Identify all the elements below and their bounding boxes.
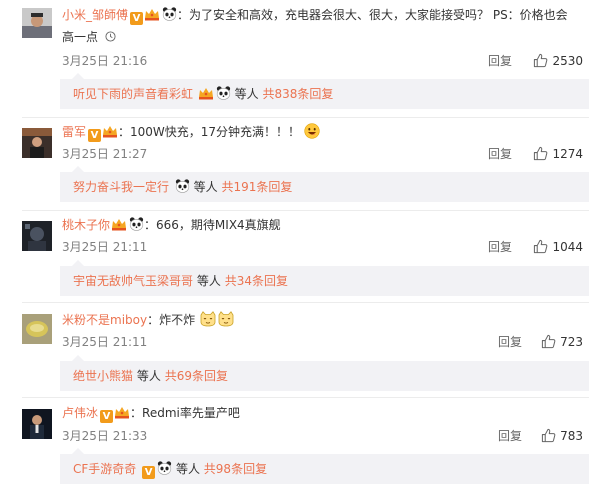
sub-reply-user[interactable]: 听见下雨的声音看彩虹 <box>73 87 193 101</box>
panda-emoji-icon <box>216 86 231 100</box>
panda-emoji-icon <box>129 217 144 231</box>
comment-text-continued: 高一点 <box>62 30 99 44</box>
divider <box>22 210 589 211</box>
vip-crown-icon <box>111 218 127 231</box>
comment-body: 卢伟冰 V ：Redmi率先量产吧 <box>62 403 587 423</box>
verified-v-icon: V <box>142 466 156 479</box>
avatar[interactable] <box>22 221 52 251</box>
cat-emoji-icon <box>200 311 216 327</box>
timestamp: 3月25日 21:27 <box>62 147 148 161</box>
avatar[interactable] <box>22 128 52 158</box>
sub-replies-bar[interactable]: 绝世小熊猫 等人 共69条回复 <box>60 355 589 391</box>
like-button[interactable]: 723 <box>541 332 583 352</box>
sub-reply-connector: 等人 <box>175 462 200 476</box>
comment-meta: 3月25日 21:11 回复 1044 <box>62 237 587 257</box>
sub-reply-connector: 等人 <box>193 180 218 194</box>
avatar[interactable] <box>22 314 52 344</box>
timestamp: 3月25日 21:11 <box>62 335 148 349</box>
like-button[interactable]: 1044 <box>533 237 583 257</box>
sub-reply-connector: 等人 <box>234 87 259 101</box>
thumb-up-icon <box>533 53 548 68</box>
comment-meta: 3月25日 21:33 回复 783 <box>62 426 587 446</box>
like-button[interactable]: 2530 <box>533 51 583 71</box>
sub-reply-count[interactable]: 共98条回复 <box>204 462 267 476</box>
comment-meta: 3月25日 21:27 回复 1274 <box>62 144 587 164</box>
like-count: 1274 <box>552 147 583 161</box>
comment-meta: 3月25日 21:11 回复 723 <box>62 332 587 352</box>
like-count: 1044 <box>552 240 583 254</box>
sub-replies-bar[interactable]: CF手游奇奇 V 等人 共98条回复 <box>60 448 589 484</box>
divider <box>22 117 589 118</box>
comment-text: ：Redmi率先量产吧 <box>130 406 240 420</box>
comment-body-continued: 高一点 <box>62 27 587 47</box>
sub-reply-user[interactable]: CF手游奇奇 <box>73 462 136 476</box>
sub-reply-user[interactable]: 宇宙无敌帅气玉梁哥哥 <box>73 274 193 288</box>
reply-button[interactable]: 回复 <box>488 144 512 164</box>
panda-emoji-icon <box>157 461 172 475</box>
vip-crown-icon <box>102 125 118 138</box>
verified-v-icon: V <box>100 410 114 423</box>
avatar[interactable] <box>22 8 52 38</box>
sub-reply-user[interactable]: 绝世小熊猫 <box>73 369 133 383</box>
sub-reply-count[interactable]: 共34条回复 <box>225 274 288 288</box>
comment-text: ：为了安全和高效，充电器会很大、很大，大家能接受吗？ PS：价格也会 <box>177 8 568 22</box>
like-count: 2530 <box>552 54 583 68</box>
like-button[interactable]: 783 <box>541 426 583 446</box>
username-link[interactable]: 卢伟冰 <box>62 406 98 420</box>
comment-text: ：100W快充，17分钟充满！！！ <box>118 125 301 139</box>
comment-text: ：炸不炸 <box>147 313 196 327</box>
comment-meta: 3月25日 21:16 回复 2530 <box>62 51 587 71</box>
divider <box>22 302 589 303</box>
cat-emoji-icon <box>218 311 234 327</box>
comment-body: 小米_邹師傅 V ：为了安全和高效，充电器会很大、很大，大家能接受吗？ PS：价格也… <box>62 5 587 25</box>
grin-emoji-icon <box>304 123 320 139</box>
like-count: 783 <box>560 429 583 443</box>
like-count: 723 <box>560 335 583 349</box>
comment-text: ：666，期待MIX4真旗舰 <box>144 218 281 232</box>
comment-body: 桃木子你 ：666，期待MIX4真旗舰 <box>62 215 587 235</box>
divider <box>22 397 589 398</box>
reply-button[interactable]: 回复 <box>498 426 522 446</box>
timestamp: 3月25日 21:33 <box>62 429 148 443</box>
username-link[interactable]: 桃木子你 <box>62 218 110 232</box>
sub-reply-count[interactable]: 共191条回复 <box>222 180 293 194</box>
like-button[interactable]: 1274 <box>533 144 583 164</box>
username-link[interactable]: 米粉不是miboy <box>62 313 147 327</box>
thumb-up-icon <box>533 239 548 254</box>
username-link[interactable]: 小米_邹師傅 <box>62 8 128 22</box>
vip-crown-icon <box>144 8 160 21</box>
sub-replies-bar[interactable]: 听见下雨的声音看彩虹 等人 共838条回复 <box>60 73 589 109</box>
reply-button[interactable]: 回复 <box>488 237 512 257</box>
thumb-up-icon <box>541 428 556 443</box>
vip-crown-icon <box>198 87 214 100</box>
sub-reply-connector: 等人 <box>196 274 221 288</box>
clock-icon <box>105 31 116 42</box>
sub-reply-count[interactable]: 共838条回复 <box>263 87 334 101</box>
sub-reply-connector: 等人 <box>136 369 161 383</box>
reply-button[interactable]: 回复 <box>488 51 512 71</box>
comment-body: 米粉不是miboy：炸不炸 <box>62 310 587 330</box>
comment-body: 雷军 V ：100W快充，17分钟充满！！！ <box>62 122 587 142</box>
avatar[interactable] <box>22 409 52 439</box>
panda-emoji-icon <box>175 179 190 193</box>
sub-reply-user[interactable]: 努力奋斗我一定行 <box>73 180 169 194</box>
thumb-up-icon <box>533 146 548 161</box>
timestamp: 3月25日 21:16 <box>62 54 148 68</box>
sub-replies-bar[interactable]: 努力奋斗我一定行 等人 共191条回复 <box>60 166 589 202</box>
timestamp: 3月25日 21:11 <box>62 240 148 254</box>
sub-reply-count[interactable]: 共69条回复 <box>165 369 228 383</box>
sub-replies-bar[interactable]: 宇宙无敌帅气玉梁哥哥 等人 共34条回复 <box>60 260 589 296</box>
username-link[interactable]: 雷军 <box>62 125 86 139</box>
verified-v-icon: V <box>88 129 102 142</box>
thumb-up-icon <box>541 334 556 349</box>
verified-v-icon: V <box>130 12 144 25</box>
panda-emoji-icon <box>162 7 177 21</box>
reply-button[interactable]: 回复 <box>498 332 522 352</box>
vip-crown-icon <box>114 406 130 419</box>
